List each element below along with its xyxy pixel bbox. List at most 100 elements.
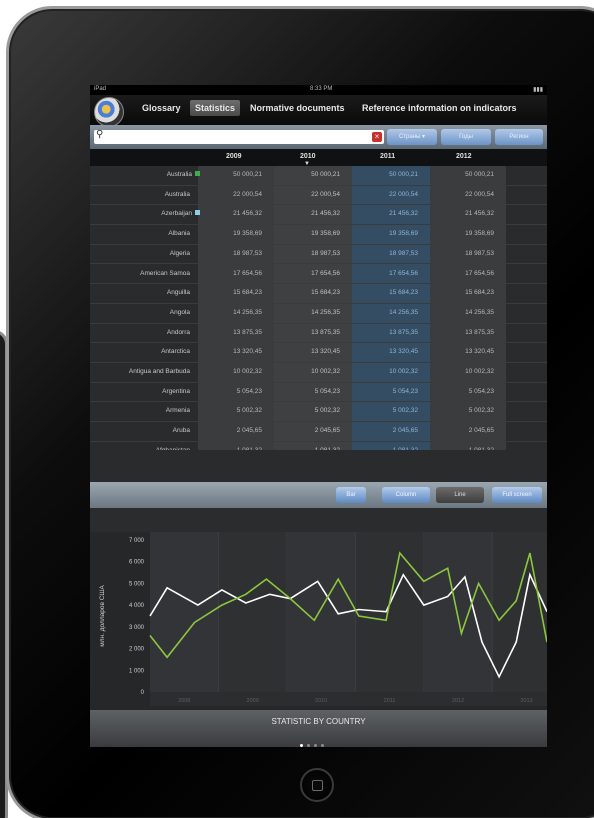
table-cell: 5 002,32 bbox=[314, 407, 340, 415]
full-screen-button[interactable]: Full screen bbox=[492, 487, 542, 503]
table-cell: 1 081,32 bbox=[430, 447, 494, 450]
table-cell: 19 358,69 bbox=[465, 230, 494, 238]
table-cell: 5 054,23 bbox=[314, 387, 340, 395]
search-toolbar: ⚲ × Страны ▾ Годы Регион bbox=[90, 125, 547, 149]
tab-statistics[interactable]: Statistics bbox=[190, 100, 241, 116]
column-header-2009[interactable]: 2009 bbox=[226, 153, 242, 160]
tab-reference-information[interactable]: Reference information on indicators bbox=[362, 103, 517, 113]
x-axis-band bbox=[150, 692, 547, 706]
table-row[interactable]: Andorra 13 875,35 13 875,35 13 875,35 13 875… bbox=[90, 324, 547, 344]
y-tick-label: 0 bbox=[141, 690, 145, 696]
tab-normative-documents[interactable]: Normative documents bbox=[250, 103, 345, 113]
years-button[interactable]: Годы bbox=[441, 129, 491, 145]
table-cell: 13 875,35 bbox=[389, 328, 418, 336]
column-band bbox=[423, 532, 493, 692]
clear-search-icon[interactable]: × bbox=[372, 132, 382, 142]
table-row[interactable]: Anguilla 15 684,23 15 684,23 15 684,23 15 68… bbox=[90, 284, 547, 304]
table-row[interactable]: Australia 22 000,54 22 000,54 22 000,54 22 0… bbox=[90, 186, 547, 206]
table-cell: 2 045,65 bbox=[392, 427, 418, 435]
table-row[interactable]: Azerbaijan 21 456,32 21 456,32 21 456,32 21 … bbox=[90, 205, 547, 226]
country-name: Afghanistan bbox=[90, 447, 190, 450]
home-square-icon bbox=[312, 780, 323, 791]
table-cell: 13 875,35 bbox=[311, 328, 340, 336]
page-dot[interactable] bbox=[300, 744, 303, 747]
ipad-photo: iPad 8:33 PM ▮▮▮ Glossary Statistics Nor… bbox=[0, 0, 594, 818]
search-input[interactable]: ⚲ × bbox=[94, 129, 384, 144]
table-row[interactable]: Afghanistan 1 081,32 1 081,32 1 081,32 1 081… bbox=[90, 442, 547, 450]
table-cell: 18 987,53 bbox=[311, 249, 340, 257]
table-row[interactable]: American Samoa 17 654,56 17 654,56 17 654,5… bbox=[90, 265, 547, 285]
line-chart-button[interactable]: Line bbox=[436, 487, 484, 503]
app-logo-icon[interactable] bbox=[94, 97, 124, 127]
table-cell: 10 002,32 bbox=[233, 368, 262, 375]
country-name: Azerbaijan bbox=[90, 210, 200, 217]
table-cell: 13 320,45 bbox=[311, 348, 340, 356]
column-header-2011[interactable]: 2011 bbox=[380, 153, 395, 160]
page-dot[interactable] bbox=[314, 744, 317, 747]
table-cell: 13 875,35 bbox=[233, 328, 262, 336]
table-cell: 2 045,65 bbox=[468, 427, 494, 435]
page-dot[interactable] bbox=[321, 744, 324, 747]
table-cell: 22 000,54 bbox=[233, 190, 262, 198]
table-cell: 5 002,32 bbox=[392, 407, 418, 415]
y-tick-label: 6 000 bbox=[129, 560, 145, 566]
country-name: Algeria bbox=[169, 249, 190, 257]
data-table: Australia 50 000,21 50 000,21 50 000,21 50 0… bbox=[90, 166, 547, 450]
table-row[interactable]: Algeria 18 987,53 18 987,53 18 987,53 18 987… bbox=[90, 245, 547, 265]
table-cell: 14 256,35 bbox=[389, 308, 418, 316]
table-cell: 10 002,32 bbox=[389, 368, 418, 375]
line-chart: 0 1 000 2 000 3 000 4 000 5 000 6 000 7 000 2008… bbox=[90, 532, 547, 710]
table-cell: 1 081,32 bbox=[198, 447, 262, 450]
table-cell: 15 684,23 bbox=[233, 289, 262, 297]
page-dot[interactable] bbox=[307, 744, 310, 747]
table-cell: 22 000,54 bbox=[311, 190, 340, 198]
country-name: Antarctica bbox=[161, 348, 190, 356]
table-cell: 14 256,35 bbox=[465, 308, 494, 316]
table-row[interactable]: Argentina 5 054,23 5 054,23 5 054,23 5 054,2… bbox=[90, 383, 547, 403]
chart-footer: STATISTIC BY COUNTRY bbox=[90, 710, 547, 747]
table-cell: 17 654,56 bbox=[389, 269, 418, 277]
table-row[interactable]: Australia 50 000,21 50 000,21 50 000,21 50 0… bbox=[90, 166, 547, 186]
column-header-label: 2010 bbox=[300, 153, 316, 160]
bar-chart-button[interactable]: Bar bbox=[336, 487, 366, 503]
country-name: Australia bbox=[90, 171, 200, 178]
table-cell: 18 987,53 bbox=[389, 249, 418, 257]
tab-glossary[interactable]: Glossary bbox=[142, 103, 181, 113]
y-tick-label: 4 000 bbox=[129, 603, 145, 609]
table-row[interactable]: Aruba 2 045,65 2 045,65 2 045,65 2 045,65 bbox=[90, 422, 547, 442]
table-cell: 18 987,53 bbox=[233, 249, 262, 257]
countries-dropdown-button[interactable]: Страны ▾ bbox=[387, 129, 437, 145]
chart-title: STATISTIC BY COUNTRY bbox=[271, 717, 366, 726]
table-cell: 5 054,23 bbox=[468, 387, 494, 395]
country-name: Armenia bbox=[165, 407, 190, 415]
country-name: Albania bbox=[168, 230, 190, 238]
table-cell: 2 045,65 bbox=[236, 427, 262, 435]
table-row[interactable]: Antigua and Barbuda 10 002,32 10 002,32 10 … bbox=[90, 363, 547, 383]
region-button[interactable]: Регион bbox=[495, 129, 543, 145]
table-cell: 17 654,56 bbox=[233, 269, 262, 277]
column-chart-button[interactable]: Column bbox=[382, 487, 430, 503]
table-cell: 2 045,65 bbox=[314, 427, 340, 435]
table-cell: 5 002,32 bbox=[236, 407, 262, 415]
table-cell: 19 358,69 bbox=[233, 230, 262, 238]
table-row[interactable]: Angola 14 256,35 14 256,35 14 256,35 14 256,… bbox=[90, 304, 547, 324]
column-header-2012[interactable]: 2012 bbox=[456, 153, 472, 160]
page-indicator[interactable] bbox=[300, 734, 328, 747]
home-button[interactable] bbox=[300, 768, 334, 802]
table-row[interactable]: Armenia 5 002,32 5 002,32 5 002,32 5 002,32 bbox=[90, 402, 547, 423]
table-cell: 1 081,32 bbox=[274, 447, 340, 450]
country-name: American Samoa bbox=[140, 269, 190, 277]
table-cell: 5 054,23 bbox=[392, 387, 418, 395]
table-row[interactable]: Antarctica 13 320,45 13 320,45 13 320,45 13 … bbox=[90, 343, 547, 363]
x-tick-label: 2010 bbox=[315, 698, 327, 704]
table-cell: 18 987,53 bbox=[465, 249, 494, 257]
line-chart-svg: 0 1 000 2 000 3 000 4 000 5 000 6 000 7 000 2008… bbox=[99, 532, 547, 706]
y-tick-label: 2 000 bbox=[129, 647, 145, 653]
y-axis-label: млн. долларов США bbox=[99, 585, 106, 647]
table-row[interactable]: Albania 19 358,69 19 358,69 19 358,69 19 358… bbox=[90, 225, 547, 245]
country-name: Antigua and Barbuda bbox=[128, 368, 190, 375]
spacer bbox=[90, 508, 547, 532]
y-tick-label: 7 000 bbox=[129, 538, 145, 544]
y-tick-label: 1 000 bbox=[129, 668, 145, 674]
column-header-2010[interactable]: 2010 ▼ bbox=[300, 153, 316, 167]
